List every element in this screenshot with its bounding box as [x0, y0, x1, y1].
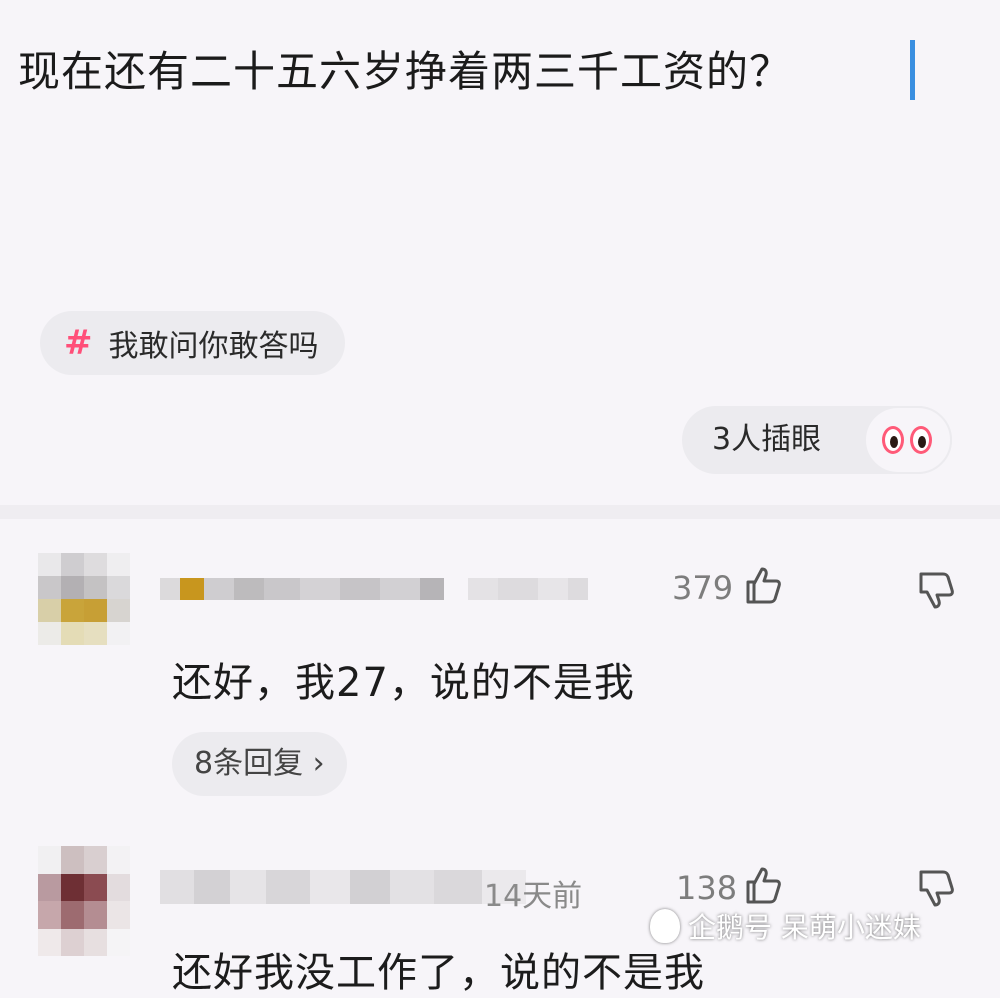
- comment-text: 还好我没工作了，说的不是我: [172, 950, 705, 996]
- text-cursor: [910, 40, 915, 100]
- question-text: 现在还有二十五六岁挣着两三千工资的？: [18, 47, 793, 96]
- watermark: 企鹅号 呆萌小迷妹: [650, 906, 921, 946]
- avatar[interactable]: [38, 846, 130, 956]
- topic-tag-label: 我敢问你敢答吗: [108, 329, 319, 364]
- peek-button[interactable]: 3人插眼: [682, 406, 952, 474]
- username-blurred[interactable]: [160, 870, 526, 904]
- comment-text: 还好，我27，说的不是我: [172, 660, 635, 706]
- avatar[interactable]: [38, 553, 130, 645]
- like-count: 138: [676, 869, 738, 907]
- thumbs-down-icon[interactable]: [915, 570, 957, 612]
- like-count: 379: [672, 569, 734, 607]
- penguin-logo-icon: [650, 909, 680, 943]
- thumbs-up-icon[interactable]: [742, 564, 784, 606]
- username-blurred[interactable]: [160, 578, 444, 600]
- peek-count-label: 3人插眼: [712, 422, 822, 457]
- thumbs-up-icon[interactable]: [742, 864, 784, 906]
- user-meta-blurred: [468, 578, 588, 600]
- watermark-text: 企鹅号 呆萌小迷妹: [688, 911, 921, 944]
- thumbs-down-icon[interactable]: [915, 868, 957, 910]
- hash-icon: #: [64, 323, 93, 363]
- topic-tag-chip[interactable]: # 我敢问你敢答吗: [40, 311, 345, 375]
- eyes-icon: [864, 406, 952, 474]
- section-divider: [0, 505, 1000, 519]
- view-replies-button[interactable]: 8条回复 ›: [172, 732, 347, 796]
- comment-time: 14天前: [484, 879, 583, 914]
